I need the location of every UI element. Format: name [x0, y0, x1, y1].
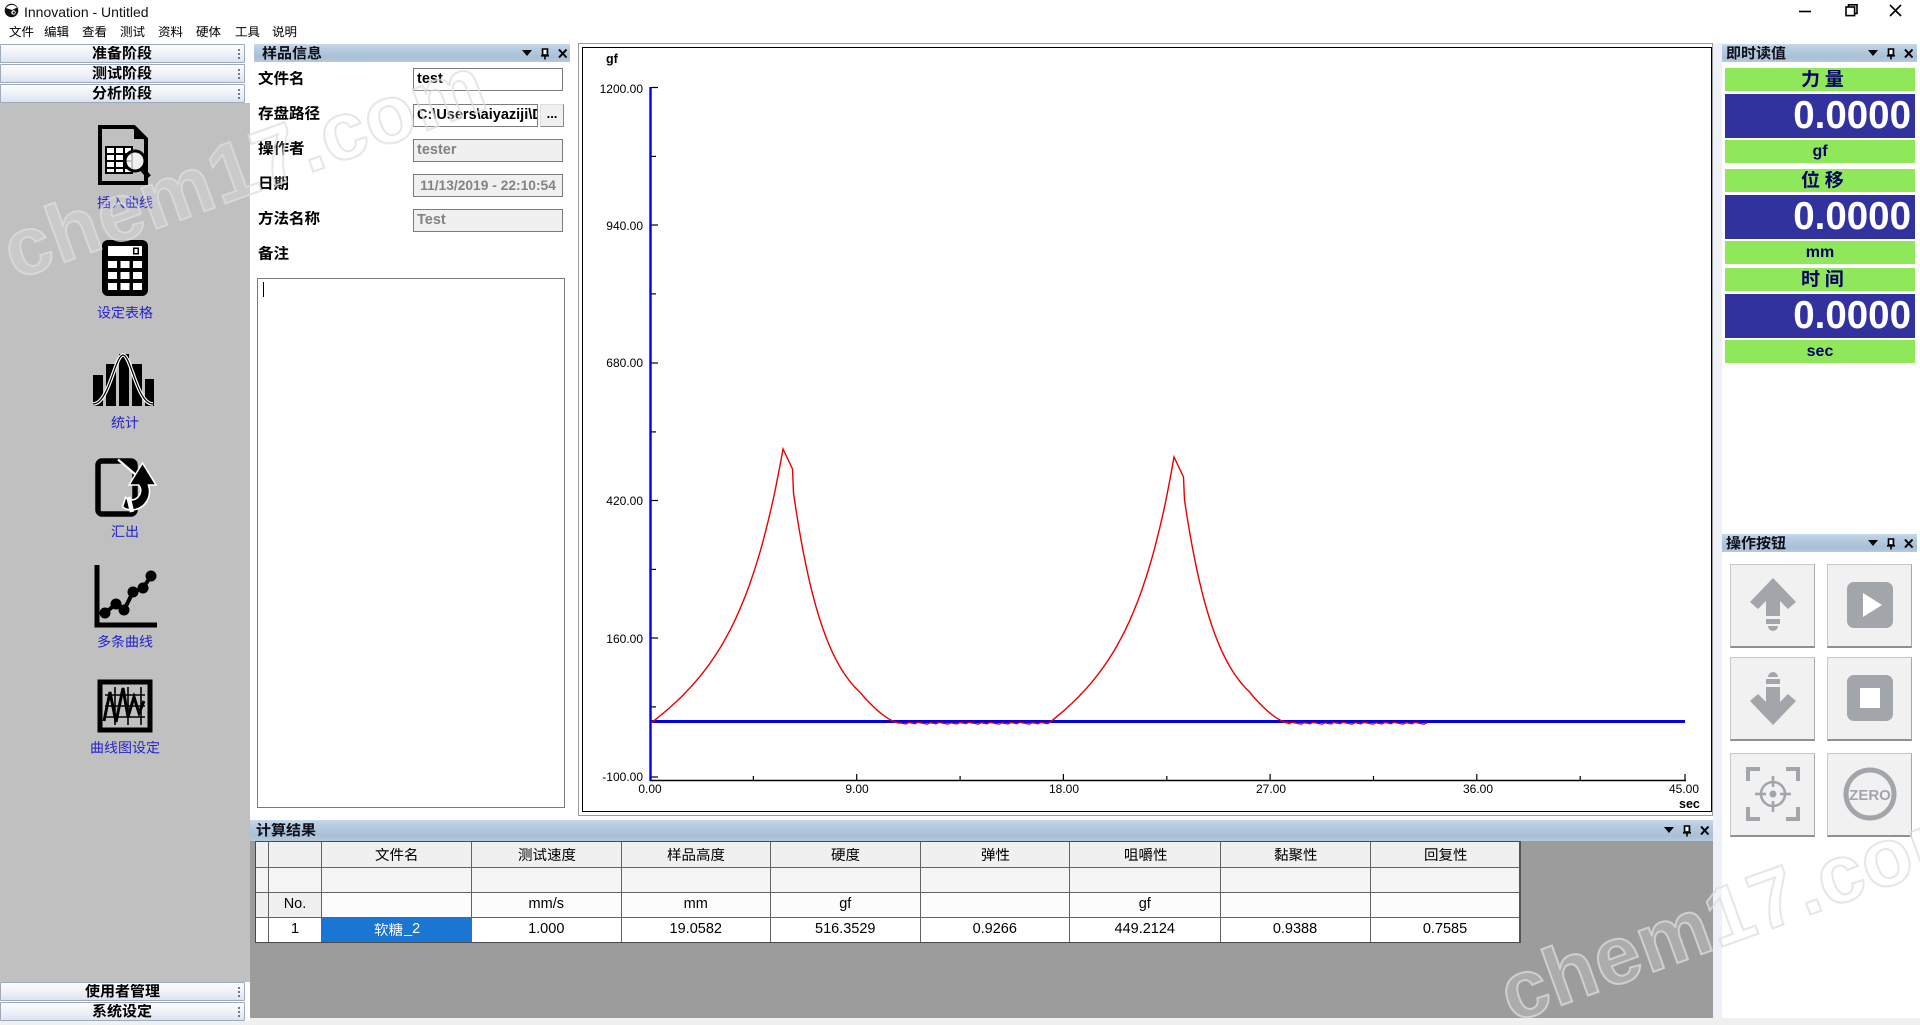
svg-text:ZERO: ZERO — [1849, 787, 1891, 804]
